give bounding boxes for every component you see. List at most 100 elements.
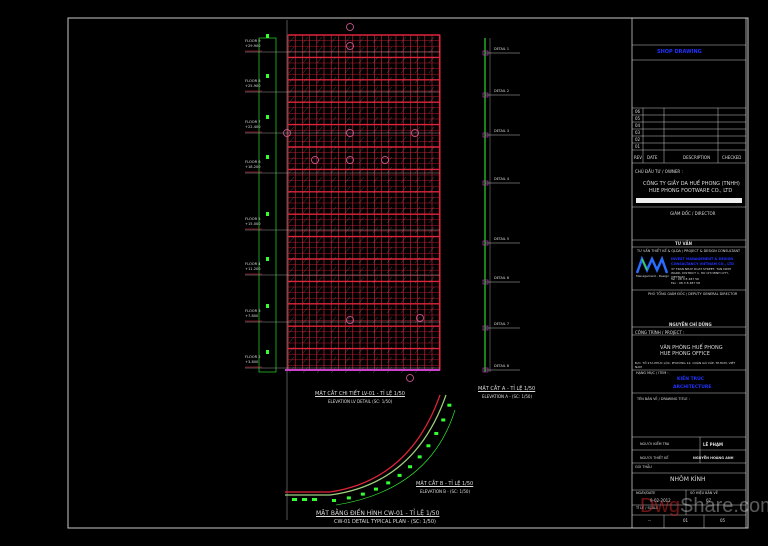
- detail-label: DETAIL 5: [494, 237, 510, 241]
- level-elevation: +15.000: [245, 222, 261, 226]
- glass-hatch: [316, 296, 323, 304]
- glass-hatch: [372, 206, 379, 214]
- glass-hatch: [386, 286, 393, 294]
- elevation-subtitle: ELEVATION LV DETAIL (SC: 1/50): [328, 399, 393, 404]
- section-b-subtitle: ELEVATION B - (SC: 1/50): [420, 489, 471, 494]
- rev-header-description: DESCRIPTION: [683, 155, 711, 160]
- plan-mullion-block: [346, 496, 351, 500]
- glass-hatch: [428, 276, 435, 284]
- glass-hatch: [386, 336, 393, 344]
- rev-header-rev: REV: [634, 155, 643, 160]
- detail-label: DETAIL 7: [494, 322, 510, 326]
- glass-hatch: [428, 306, 435, 314]
- glass-hatch: [372, 196, 379, 204]
- glass-hatch: [288, 206, 295, 214]
- plan-mullion-block: [408, 465, 413, 469]
- glass-hatch: [330, 36, 337, 44]
- glass-hatch: [288, 326, 295, 334]
- section-marker: [311, 156, 319, 164]
- glass-hatch: [428, 196, 435, 204]
- glass-hatch: [330, 196, 337, 204]
- glass-hatch: [372, 336, 379, 344]
- plan-title: MẶT BẰNG ĐIỂN HÌNH CW-01 - TỈ LỆ 1/50: [316, 510, 440, 517]
- glass-hatch: [386, 146, 393, 154]
- glass-hatch: [302, 296, 309, 304]
- detail-label: DETAIL 1: [494, 47, 510, 51]
- section-marker: [381, 156, 389, 164]
- glass-hatch: [316, 336, 323, 344]
- glass-hatch: [288, 156, 295, 164]
- glass-hatch: [428, 296, 435, 304]
- glass-hatch: [288, 136, 295, 144]
- glass-hatch: [330, 276, 337, 284]
- glass-hatch: [302, 36, 309, 44]
- glass-hatch: [386, 296, 393, 304]
- section-b-title: MẶT CẮT B - TỈ LỆ 1/50: [416, 481, 474, 487]
- glass-hatch: [302, 156, 309, 164]
- glass-hatch: [372, 36, 379, 44]
- glass-hatch: [386, 66, 393, 74]
- glass-hatch: [372, 146, 379, 154]
- glass-hatch: [302, 306, 309, 314]
- stamp-label: SHOP DRAWING: [657, 49, 702, 55]
- anchor-mark: [266, 304, 269, 308]
- glass-hatch: [428, 66, 435, 74]
- level-elevation: +11.200: [245, 267, 261, 271]
- glass-hatch: [316, 176, 323, 184]
- glass-hatch: [386, 196, 393, 204]
- drawer-name: NGUYỄN HOÀNG ANH: [693, 456, 734, 460]
- rev-header-date: DATE: [647, 155, 658, 160]
- glass-hatch: [372, 136, 379, 144]
- anchor-mark: [266, 155, 269, 159]
- package-label: GÓI THẦU: [635, 465, 652, 469]
- watermark-suffix: Share.com: [680, 495, 768, 517]
- plan-mullion-block: [302, 498, 307, 501]
- consultant-fax: Fax : 08 3 8 487 58: [671, 281, 700, 285]
- glass-hatch: [288, 176, 295, 184]
- level-elevation: +25.900: [245, 84, 261, 88]
- glass-hatch: [386, 176, 393, 184]
- anchor-mark: [266, 34, 269, 38]
- rev-row-number: 06: [635, 109, 641, 114]
- glass-hatch: [316, 306, 323, 314]
- elevation-title: MẶT CẮT CHI TIẾT LV-01 - TỈ LỆ 1/50: [315, 391, 405, 397]
- glass-hatch: [372, 156, 379, 164]
- plan-mullion-block: [441, 418, 446, 422]
- checker-name: LÊ PHẠM: [703, 442, 724, 447]
- glass-hatch: [302, 286, 309, 294]
- glass-hatch: [428, 256, 435, 264]
- package-name: NHÔM KÍNH: [670, 476, 706, 483]
- glass-hatch: [330, 336, 337, 344]
- consultant-label: TƯ VẤN THIẾT KẾ & QLDA / PROJECT & DESIG…: [637, 249, 741, 253]
- detail-label: DETAIL 8: [494, 364, 510, 368]
- director-label: GIÁM ĐỐC / DIRECTOR: [670, 211, 716, 216]
- plan-mullion-block: [417, 455, 422, 459]
- level-elevation: +7.800: [245, 314, 259, 318]
- glass-hatch: [372, 66, 379, 74]
- glass-hatch: [302, 256, 309, 264]
- glass-hatch: [288, 196, 295, 204]
- glass-hatch: [386, 256, 393, 264]
- glass-hatch: [386, 306, 393, 314]
- level-elevation: +22.400: [245, 125, 261, 129]
- plan-mullion-block: [426, 444, 431, 448]
- glass-hatch: [330, 116, 337, 124]
- glass-hatch: [288, 286, 295, 294]
- level-elevation: +3.800: [245, 360, 259, 364]
- glass-hatch: [428, 136, 435, 144]
- item-vn: KIẾN TRÚC: [677, 377, 705, 382]
- glass-hatch: [288, 306, 295, 314]
- glass-hatch: [316, 36, 323, 44]
- logo-caption: Management - Design: [636, 274, 670, 278]
- glass-hatch: [288, 296, 295, 304]
- watermark-prefix: Dwg: [640, 495, 681, 517]
- glass-hatch: [428, 336, 435, 344]
- owner-name-vn: CÔNG TY GIẦY DA HUẾ PHONG (TNHH): [643, 181, 740, 187]
- consultant-head: TƯ VẤN: [675, 241, 693, 246]
- section-marker: [346, 23, 354, 31]
- glass-hatch: [428, 286, 435, 294]
- glass-hatch: [288, 336, 295, 344]
- anchor-mark: [266, 257, 269, 261]
- anchor-mark: [266, 350, 269, 354]
- project-label: CÔNG TRÌNH / PROJECT :: [635, 330, 685, 335]
